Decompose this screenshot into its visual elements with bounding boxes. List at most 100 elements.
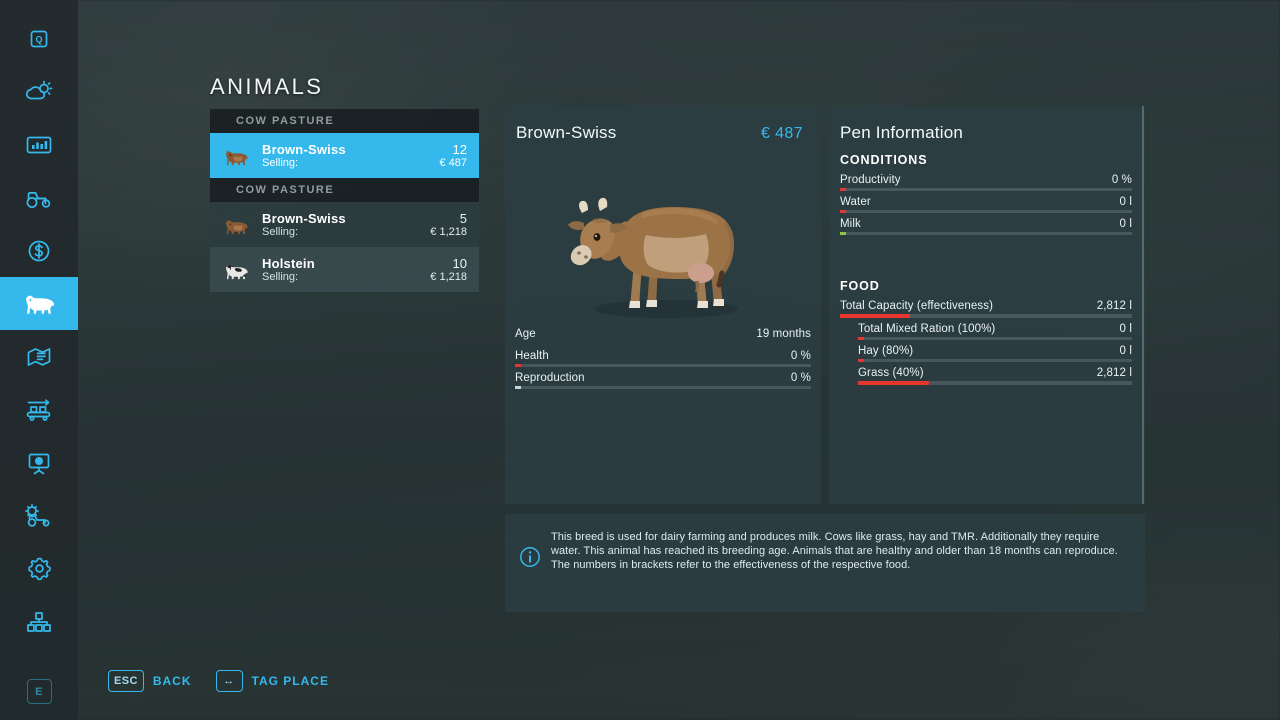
statistics-icon — [25, 134, 53, 156]
animal-name: Brown-Swiss — [262, 211, 346, 226]
animal-count: 12 — [452, 142, 467, 157]
stat-value: 2,812 l — [1096, 300, 1132, 312]
stat-row-reproduction: Reproduction 0 % — [515, 372, 811, 389]
stat-bar-fill — [840, 232, 846, 235]
stat-row-hay: Hay (80%) 0 l — [858, 345, 1132, 362]
production-icon — [24, 398, 54, 422]
stat-bar-fill — [858, 359, 864, 362]
stat-label: Age — [515, 328, 536, 340]
stat-label: Productivity — [840, 174, 901, 186]
list-group-header: COW PASTURE — [210, 178, 479, 202]
list-group-header: COW PASTURE — [210, 109, 479, 133]
animal-price: € 1,218 — [430, 226, 467, 238]
sidebar-item-vehicles[interactable] — [0, 171, 78, 224]
detail-title: Brown-Swiss — [516, 123, 617, 142]
sidebar-item-multiplayer[interactable] — [0, 595, 78, 648]
construction-icon — [23, 503, 55, 529]
food-heading: FOOD — [840, 279, 880, 293]
vehicles-icon — [24, 186, 54, 210]
svg-text:Q: Q — [35, 34, 42, 44]
stat-value: 0 % — [790, 350, 811, 362]
sidebar-item-finances[interactable] — [0, 224, 78, 277]
sidebar-item-statistics[interactable] — [0, 118, 78, 171]
stat-bar — [858, 359, 1132, 362]
sidebar-item-animals[interactable] — [0, 277, 78, 330]
row-text: Brown-Swiss 5 Selling: € 1,218 — [262, 211, 467, 238]
animal-detail-panel: Brown-Swiss € 487 Age 19 months Health 0… — [505, 106, 821, 504]
stat-bar-fill — [840, 188, 846, 191]
help-item-back[interactable]: ESC BACK — [108, 670, 192, 692]
detail-price: € 487 — [760, 125, 803, 142]
left-sidebar: Q E — [0, 0, 78, 720]
stat-row-total-mixed-ration: Total Mixed Ration (100%) 0 l — [858, 323, 1132, 340]
stat-row-productivity: Productivity 0 % — [840, 174, 1132, 191]
stat-value: 0 % — [790, 372, 811, 384]
page-title: ANIMALS — [210, 74, 324, 99]
animal-status-label: Selling: — [262, 271, 299, 283]
stat-value: 19 months — [756, 328, 811, 340]
animal-row-brown-swiss-1[interactable]: Brown-Swiss 12 Selling: € 487 — [210, 133, 479, 178]
animal-count: 10 — [452, 256, 467, 271]
animal-status-label: Selling: — [262, 157, 299, 169]
weather-icon — [25, 80, 53, 104]
stat-value: 0 l — [1119, 196, 1132, 208]
stat-label: Reproduction — [515, 372, 585, 384]
info-text: This breed is used for dairy farming and… — [551, 531, 1118, 571]
stat-label: Grass (40%) — [858, 367, 924, 379]
animal-preview — [505, 143, 821, 323]
contracts-icon — [25, 345, 53, 369]
stat-row-total-capacity: Total Capacity (effectiveness) 2,812 l — [840, 300, 1132, 318]
sidebar-item-construction[interactable] — [0, 489, 78, 542]
stat-value: 0 l — [1119, 218, 1132, 230]
stat-value: 0 l — [1119, 323, 1132, 335]
sidebar-item-production[interactable] — [0, 383, 78, 436]
settings-icon — [26, 555, 53, 582]
pen-scrollbar[interactable] — [1142, 106, 1144, 504]
help-item-tag-place[interactable]: ↔ TAG PLACE — [215, 670, 329, 692]
help-bar: ESC BACK ↔ TAG PLACE — [108, 670, 329, 692]
info-icon — [519, 546, 543, 573]
stat-label: Hay (80%) — [858, 345, 914, 357]
sidebar-item-training[interactable] — [0, 436, 78, 489]
detail-header: Brown-Swiss € 487 — [505, 106, 821, 143]
esc-key: ESC — [108, 670, 144, 692]
stat-bar-placeholder — [515, 342, 811, 345]
stat-bar — [840, 188, 1132, 191]
stat-value: 0 % — [1111, 174, 1132, 186]
animal-price: € 1,218 — [430, 271, 467, 283]
e-key-cap: E — [26, 679, 52, 704]
brown-swiss-cow-render — [568, 197, 738, 318]
brown-cow-thumb — [220, 139, 254, 173]
stat-label: Milk — [840, 218, 861, 230]
stat-bar — [840, 210, 1132, 213]
stat-bar-fill — [858, 381, 930, 385]
stat-bar-fill — [840, 314, 911, 318]
left-right-arrow-key: ↔ — [215, 670, 243, 692]
stat-label: Total Mixed Ration (100%) — [858, 323, 996, 335]
stat-bar-fill — [840, 210, 846, 213]
stat-row-milk: Milk 0 l — [840, 218, 1132, 235]
animals-icon — [22, 291, 56, 317]
sidebar-item-contracts[interactable] — [0, 330, 78, 383]
stat-value: 2,812 l — [1096, 367, 1132, 379]
help-label-tag-place: TAG PLACE — [251, 674, 329, 688]
conditions-heading: CONDITIONS — [840, 153, 928, 167]
sidebar-item-settings[interactable] — [0, 542, 78, 595]
pen-title: Pen Information — [840, 123, 964, 142]
sidebar-item-weather[interactable] — [0, 65, 78, 118]
animal-row-holstein[interactable]: Holstein 10 Selling: € 1,218 — [210, 247, 479, 292]
sidebar-item-map[interactable]: Q — [0, 12, 78, 65]
stat-bar — [515, 386, 811, 389]
sidebar-bottom-key[interactable]: E — [0, 679, 78, 704]
row-text: Holstein 10 Selling: € 1,218 — [262, 256, 467, 283]
animal-status-label: Selling: — [262, 226, 299, 238]
stat-bar-fill — [515, 364, 521, 367]
stat-label: Health — [515, 350, 549, 362]
animal-name: Brown-Swiss — [262, 142, 346, 157]
food-list: Total Capacity (effectiveness) 2,812 l T… — [829, 300, 1145, 385]
finances-icon — [26, 238, 52, 264]
conditions-list: Productivity 0 % Water 0 l Milk 0 l — [829, 174, 1145, 235]
stat-value: 0 l — [1119, 345, 1132, 357]
animal-row-brown-swiss-2[interactable]: Brown-Swiss 5 Selling: € 1,218 — [210, 202, 479, 247]
stat-bar-fill — [858, 337, 864, 340]
